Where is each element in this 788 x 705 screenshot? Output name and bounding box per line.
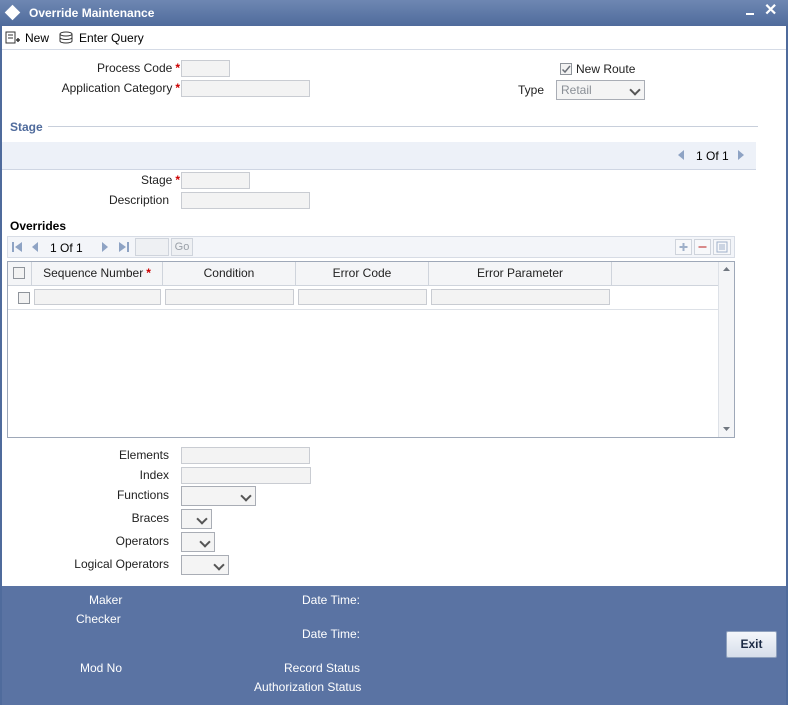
braces-select[interactable] — [181, 509, 212, 529]
stage-pager: 1 Of 1 — [696, 149, 729, 163]
select-all-checkbox[interactable] — [13, 267, 25, 279]
application-category-label: Application Category * — [20, 81, 180, 95]
checker-label: Checker — [76, 612, 121, 626]
scroll-up-icon[interactable] — [722, 266, 731, 272]
sequence-number-header-text: Sequence Number — [43, 266, 144, 280]
stage-section-title: Stage — [10, 120, 43, 134]
overrides-grid: Sequence Number * Condition Error Code Er… — [7, 261, 735, 438]
authorization-status-label: Authorization Status — [254, 680, 362, 694]
mod-no-label: Mod No — [80, 661, 123, 675]
table-row — [8, 286, 718, 310]
logical-operators-select[interactable] — [181, 555, 229, 575]
functions-label: Functions — [116, 488, 169, 502]
maker-date-time-label: Date Time: — [302, 593, 361, 607]
minus-icon — [698, 246, 707, 248]
overrides-section-title: Overrides — [10, 219, 67, 233]
next-page-icon[interactable] — [100, 241, 110, 253]
elements-label: Elements — [118, 448, 169, 462]
checker-date-time-label: Date Time: — [302, 627, 361, 641]
record-status-label: Record Status — [284, 661, 361, 675]
maker-label: Maker — [89, 593, 123, 607]
index-input[interactable] — [181, 467, 311, 484]
exit-button[interactable]: Exit — [726, 631, 777, 658]
index-label: Index — [139, 468, 169, 482]
stage-label-text: Stage — [140, 173, 173, 187]
error-code-input[interactable] — [298, 289, 427, 305]
last-page-icon[interactable] — [118, 241, 130, 253]
grid-vertical-scrollbar[interactable] — [718, 262, 734, 437]
row-select-checkbox[interactable] — [18, 292, 30, 304]
close-icon[interactable]: ✕ — [764, 2, 777, 20]
application-category-label-text: Application Category — [61, 81, 173, 95]
single-view-button[interactable] — [713, 239, 731, 255]
type-label: Type — [517, 83, 544, 97]
braces-label: Braces — [131, 511, 169, 525]
required-mark: * — [175, 81, 180, 95]
description-input[interactable] — [181, 192, 310, 209]
select-all-header — [8, 262, 32, 285]
functions-select[interactable] — [181, 486, 256, 506]
first-page-icon[interactable] — [11, 241, 23, 253]
chevron-down-icon — [629, 84, 641, 96]
chevron-down-icon — [199, 536, 211, 548]
go-button[interactable]: Go — [171, 238, 193, 256]
chevron-down-icon — [213, 559, 225, 571]
overrides-toolbar: 1 Of 1 Go — [7, 236, 735, 258]
column-header-condition[interactable]: Condition — [163, 262, 296, 285]
chevron-down-icon — [240, 490, 252, 502]
type-select-value: Retail — [561, 83, 592, 97]
checkmark-icon — [561, 65, 571, 74]
stage-label: Stage * — [20, 173, 180, 187]
new-route-checkbox[interactable] — [560, 63, 572, 75]
database-query-icon — [59, 31, 75, 45]
previous-page-icon[interactable] — [30, 241, 40, 253]
required-mark: * — [146, 266, 151, 280]
logical-operators-label: Logical Operators — [74, 557, 169, 571]
enter-query-label: Enter Query — [79, 31, 144, 45]
page-number-input[interactable] — [135, 238, 169, 256]
operators-label: Operators — [115, 534, 169, 548]
operators-select[interactable] — [181, 532, 215, 552]
next-stage-icon[interactable] — [738, 150, 744, 160]
chevron-down-icon — [196, 513, 208, 525]
required-mark: * — [175, 173, 180, 187]
column-header-filler — [612, 262, 718, 285]
process-code-input[interactable] — [181, 60, 230, 77]
column-header-error-code[interactable]: Error Code — [296, 262, 429, 285]
column-header-sequence-number[interactable]: Sequence Number * — [32, 262, 163, 285]
new-button-label: New — [25, 31, 50, 45]
stage-divider — [48, 126, 758, 127]
delete-row-button[interactable] — [694, 239, 711, 255]
column-header-error-parameter[interactable]: Error Parameter — [429, 262, 612, 285]
enter-query-button[interactable]: Enter Query — [59, 29, 144, 47]
condition-input[interactable] — [165, 289, 294, 305]
scroll-down-icon[interactable] — [722, 426, 731, 432]
app-diamond-icon — [4, 4, 21, 21]
error-parameter-input[interactable] — [431, 289, 610, 305]
overrides-pager: 1 Of 1 — [50, 241, 83, 255]
sequence-number-input[interactable] — [34, 289, 161, 305]
description-label: Description — [108, 193, 169, 207]
new-document-icon — [5, 31, 21, 45]
title-bar: Override Maintenance ✕ — [0, 0, 788, 26]
toolbar: New Enter Query — [2, 26, 786, 50]
add-row-button[interactable] — [675, 239, 692, 255]
new-button[interactable]: New — [5, 29, 49, 47]
window-title: Override Maintenance — [29, 6, 155, 20]
minimize-icon[interactable] — [746, 13, 754, 15]
stage-input[interactable] — [181, 172, 250, 189]
application-category-input[interactable] — [181, 80, 310, 97]
stage-pager-band — [2, 142, 756, 170]
plus-icon — [679, 243, 688, 251]
new-route-label: New Route — [576, 62, 636, 76]
type-select[interactable]: Retail — [556, 80, 645, 100]
process-code-label-text: Process Code — [96, 61, 173, 75]
elements-input[interactable] — [181, 447, 310, 464]
previous-stage-icon[interactable] — [678, 150, 684, 160]
process-code-label: Process Code * — [20, 61, 180, 75]
list-icon — [716, 241, 728, 253]
required-mark: * — [175, 61, 180, 75]
